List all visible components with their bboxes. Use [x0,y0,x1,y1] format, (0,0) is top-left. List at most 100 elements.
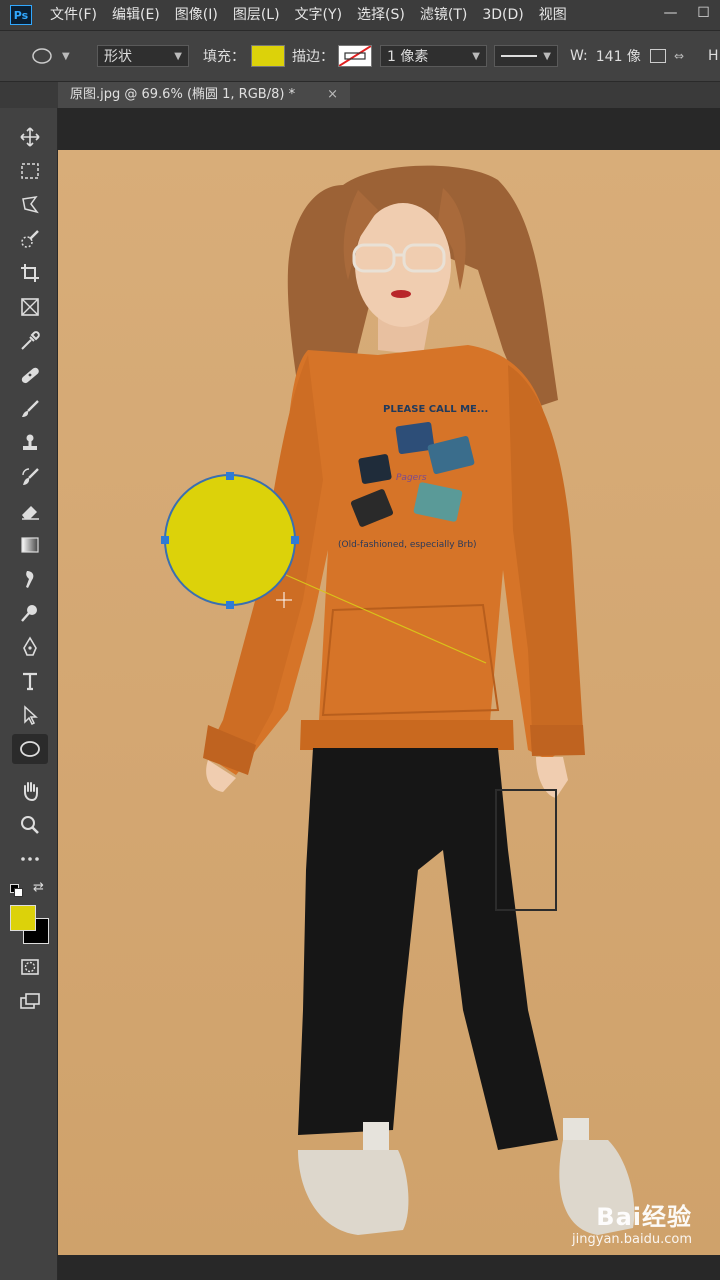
foreground-color-swatch[interactable] [10,905,36,931]
type-icon [23,672,37,691]
chevron-down-icon: ▼ [472,50,480,62]
width-label: W: [570,48,588,64]
move-icon [20,127,40,147]
menu-3d[interactable]: 3D(D) [482,0,523,30]
dodge-icon [21,605,37,622]
lasso-icon [22,195,39,214]
shirt-label-text: Pagers [396,473,427,483]
zoom-tool[interactable] [12,810,48,840]
healing-tool[interactable] [12,360,48,390]
chevron-down-icon: ▼ [174,50,182,62]
minimize-button[interactable]: — [654,0,687,30]
pen-icon [23,636,37,656]
ellipse-icon [20,741,40,757]
chevron-down-icon: ▼ [543,50,551,62]
quick-mask-icon [21,959,39,975]
smudge-icon [26,571,34,588]
lasso-tool[interactable] [12,190,48,220]
swap-colors-icon[interactable]: ⇄ [33,880,44,895]
link-dimensions-icon[interactable] [650,49,666,63]
history-brush-tool[interactable] [12,462,48,492]
no-stroke-icon [339,46,371,66]
dodge-tool[interactable] [12,598,48,628]
eyedropper-icon [21,331,40,350]
stroke-width-field[interactable]: 1 像素 ▼ [380,45,487,67]
move-tool[interactable] [12,122,48,152]
document-canvas[interactable]: PLEASE CALL ME... Pagers (Old-fashioned,… [58,150,720,1255]
quick-mask-tool[interactable] [12,952,48,982]
frame-icon [21,298,39,316]
mode-value: 形状 [104,49,132,65]
history-brush-icon [22,468,39,485]
shirt-text-top: PLEASE CALL ME... [383,404,488,415]
document-tab[interactable]: 原图.jpg @ 69.6% (椭圆 1, RGB/8) * × [58,82,350,108]
menu-view[interactable]: 视图 [539,0,567,30]
eraser-tool[interactable] [12,496,48,526]
menu-file[interactable]: 文件(F) [50,0,97,30]
menu-layer[interactable]: 图层(L) [233,0,280,30]
dimensions-separator-icon: ⇔ [674,49,685,63]
zoom-icon [21,816,39,834]
chevron-down-icon: ▼ [62,50,70,62]
menu-list: 文件(F) 编辑(E) 图像(I) 图层(L) 文字(Y) 选择(S) 滤镜(T… [50,0,582,30]
brush-tool[interactable] [12,394,48,424]
arrow-pointer-icon [24,705,38,726]
marquee-icon [21,163,39,179]
watermark-url: jingyan.baidu.com [572,1232,692,1247]
tools-panel: » [0,82,58,1280]
default-colors-icon[interactable] [10,884,23,897]
height-label: H: [708,48,720,64]
hand-icon [24,782,38,802]
gradient-tool[interactable] [12,530,48,560]
stroke-type-dropdown[interactable]: ▼ [494,45,558,67]
smudge-tool[interactable] [12,564,48,594]
menu-filter[interactable]: 滤镜(T) [420,0,467,30]
menu-image[interactable]: 图像(I) [175,0,218,30]
brush-icon [22,400,39,417]
document-tab-title: 原图.jpg @ 69.6% (椭圆 1, RGB/8) * [70,87,296,102]
more-tools[interactable] [12,844,48,874]
menu-edit[interactable]: 编辑(E) [112,0,160,30]
eyedropper-tool[interactable] [12,326,48,356]
close-tab-icon[interactable]: × [327,82,338,108]
path-select-tool[interactable] [12,700,48,730]
width-field[interactable]: 141 像 [596,46,641,66]
photo-illustration: PLEASE CALL ME... Pagers (Old-fashioned,… [161,165,635,1235]
frame-tool[interactable] [12,292,48,322]
hand-tool[interactable] [12,776,48,806]
type-tool[interactable] [12,666,48,696]
quick-select-icon [21,230,39,248]
menu-type[interactable]: 文字(Y) [295,0,342,30]
crop-tool[interactable] [12,258,48,288]
shirt-text-bottom: (Old-fashioned, especially Brb) [338,540,477,550]
document-tab-bar: 原图.jpg @ 69.6% (椭圆 1, RGB/8) * × [0,82,720,108]
baidu-watermark: Bai经验 jingyan.baidu.com [572,1197,692,1247]
tool-preset-picker[interactable]: ▼ [28,31,70,81]
options-bar: ▼ 形状 ▼ 填充： 描边： 1 像素 ▼ ▼ W: 141 像 ⇔ H [0,31,720,82]
watermark-main: Bai经验 [596,1203,692,1231]
screen-mode-tool[interactable] [12,986,48,1016]
stroke-label: 描边： [292,49,334,65]
photoshop-logo: Ps [10,5,32,25]
stroke-width-value: 1 像素 [387,49,429,65]
fill-label: 填充： [203,49,245,65]
ellipsis-icon [21,857,39,861]
quick-select-tool[interactable] [12,224,48,254]
marquee-tool[interactable] [12,156,48,186]
screen-mode-icon [20,993,40,1009]
stamp-tool[interactable] [12,428,48,458]
mode-dropdown[interactable]: 形状 ▼ [97,45,189,67]
window-controls: — ☐ [654,0,720,30]
bandage-icon [21,367,39,384]
stroke-swatch[interactable] [338,45,372,67]
menu-select[interactable]: 选择(S) [357,0,405,30]
eraser-icon [22,506,39,520]
crop-icon [21,264,39,282]
ellipse-tool[interactable] [12,734,48,764]
ellipse-preset-icon [32,48,52,64]
menu-bar: Ps 文件(F) 编辑(E) 图像(I) 图层(L) 文字(Y) 选择(S) 滤… [0,0,720,31]
fill-swatch[interactable] [251,45,285,67]
restore-button[interactable]: ☐ [687,0,720,30]
pen-tool[interactable] [12,632,48,662]
gradient-icon [21,537,39,553]
